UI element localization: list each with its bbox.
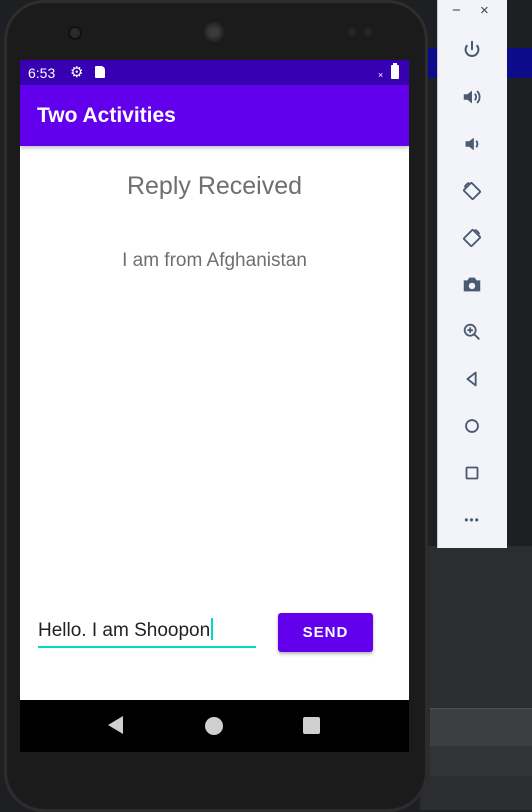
zoom-icon[interactable]	[458, 318, 486, 346]
text-cursor	[211, 618, 214, 640]
rotate-right-icon[interactable]	[458, 224, 486, 252]
message-input[interactable]: Hello. I am Shoopon	[38, 618, 256, 648]
toolbar-title-bar: − ×	[438, 0, 507, 24]
app-bar: Two Activities	[20, 85, 409, 146]
reply-text: I am from Afghanistan	[122, 250, 307, 271]
background-ide-bar	[430, 746, 532, 776]
device-screen: 6:53 ⚙ × Two Activities Reply Received I…	[20, 60, 409, 752]
proximity-sensor	[348, 28, 356, 36]
nav-home-icon[interactable]	[205, 717, 223, 735]
light-sensor	[364, 28, 372, 36]
background-ide-bar	[430, 708, 532, 747]
reply-header: Reply Received	[126, 172, 303, 200]
app-title: Two Activities	[37, 104, 176, 127]
home-icon[interactable]	[458, 412, 486, 440]
status-bar: 6:53 ⚙ ×	[20, 60, 409, 85]
nav-back-icon[interactable]	[108, 716, 123, 734]
rotate-left-icon[interactable]	[458, 177, 486, 205]
volume-up-icon[interactable]	[458, 83, 486, 111]
navigation-bar	[20, 700, 409, 752]
overview-icon[interactable]	[458, 459, 486, 487]
minimize-button[interactable]: −	[452, 2, 461, 19]
volume-down-icon[interactable]	[458, 130, 486, 158]
front-camera	[70, 28, 80, 38]
no-signal-icon: ×	[378, 70, 384, 80]
more-icon[interactable]: •••	[458, 506, 486, 534]
camera-icon[interactable]	[458, 271, 486, 299]
close-button[interactable]: ×	[480, 2, 489, 19]
emulator-toolbar: − × •••	[437, 0, 507, 548]
send-button[interactable]: SEND	[278, 613, 373, 652]
power-icon[interactable]	[458, 36, 486, 64]
back-icon[interactable]	[458, 365, 486, 393]
status-time: 6:53	[28, 65, 56, 81]
message-input-value: Hello. I am Shoopon	[38, 620, 211, 641]
earpiece-speaker	[204, 22, 224, 42]
nav-recents-icon[interactable]	[303, 717, 320, 734]
sd-card-icon	[95, 66, 105, 78]
battery-icon	[391, 63, 399, 79]
settings-icon: ⚙	[70, 64, 84, 81]
